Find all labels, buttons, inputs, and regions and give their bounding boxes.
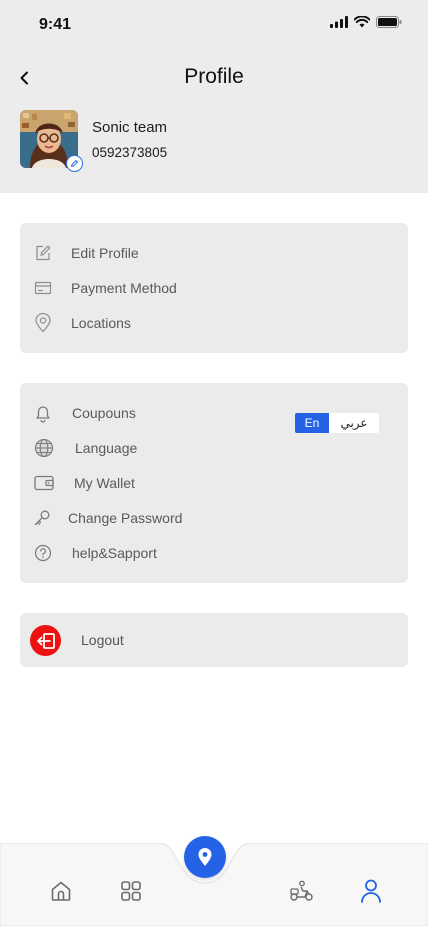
grid-icon xyxy=(121,881,141,901)
status-bar: 9:41 xyxy=(0,0,428,50)
help-icon xyxy=(33,543,53,563)
page-title: Profile xyxy=(184,65,244,88)
menu-label-language: Language xyxy=(75,440,138,456)
key-icon xyxy=(32,508,52,528)
wallet-icon xyxy=(34,473,54,493)
menu-item-language[interactable]: Language xyxy=(20,433,408,463)
menu-item-my-wallet[interactable]: My Wallet xyxy=(20,468,408,498)
delivery-scooter-icon xyxy=(290,880,313,901)
edit-avatar-button[interactable] xyxy=(66,155,83,172)
language-option-english[interactable]: En xyxy=(295,413,329,433)
logout-icon xyxy=(30,625,61,656)
menu-label-change-password: Change Password xyxy=(68,510,183,526)
menu-item-change-password[interactable]: Change Password xyxy=(20,503,408,533)
location-pin-icon xyxy=(198,848,212,866)
user-name: Sonic team xyxy=(92,119,168,136)
wifi-icon xyxy=(354,16,370,28)
nav-delivery[interactable] xyxy=(288,877,316,905)
globe-icon xyxy=(34,438,54,458)
menu-label-coupons: Coupouns xyxy=(72,405,136,421)
menu-label-payment-method: Payment Method xyxy=(71,280,177,296)
battery-icon xyxy=(376,16,402,28)
pencil-icon xyxy=(71,160,78,167)
menu-item-payment-method[interactable]: Payment Method xyxy=(20,273,408,303)
logout-card[interactable]: Logout xyxy=(20,613,408,667)
bell-icon xyxy=(33,403,53,423)
language-toggle: En عربي xyxy=(295,413,379,433)
home-icon xyxy=(51,881,71,901)
language-option-arabic[interactable]: عربي xyxy=(329,413,379,433)
logout-label: Logout xyxy=(81,632,124,648)
settings-menu-card: Coupouns Language En عربي My Wallet Chan… xyxy=(20,383,408,583)
status-time: 9:41 xyxy=(39,16,72,33)
user-phone: 0592373805 xyxy=(92,145,168,160)
user-icon xyxy=(361,879,381,903)
avatar-container xyxy=(20,110,83,172)
signal-icon xyxy=(330,16,348,28)
menu-item-help-support[interactable]: help&Sapport xyxy=(20,538,408,568)
nav-home[interactable] xyxy=(47,877,75,905)
location-fab-button[interactable] xyxy=(184,836,226,878)
location-pin-icon xyxy=(33,313,53,333)
menu-item-edit-profile[interactable]: Edit Profile xyxy=(20,238,408,268)
menu-label-locations: Locations xyxy=(71,315,131,331)
menu-label-my-wallet: My Wallet xyxy=(74,475,135,491)
menu-item-locations[interactable]: Locations xyxy=(20,308,408,338)
account-menu-card: Edit Profile Payment Method Locations xyxy=(20,223,408,353)
card-icon xyxy=(33,278,53,298)
menu-label-help-support: help&Sapport xyxy=(72,545,157,561)
menu-label-edit-profile: Edit Profile xyxy=(71,245,139,261)
nav-categories[interactable] xyxy=(117,877,145,905)
nav-profile[interactable] xyxy=(357,877,385,905)
profile-header: 9:41 Profile Sonic team 0592373805 xyxy=(0,0,428,193)
status-icons xyxy=(330,16,402,28)
edit-icon xyxy=(33,243,53,263)
